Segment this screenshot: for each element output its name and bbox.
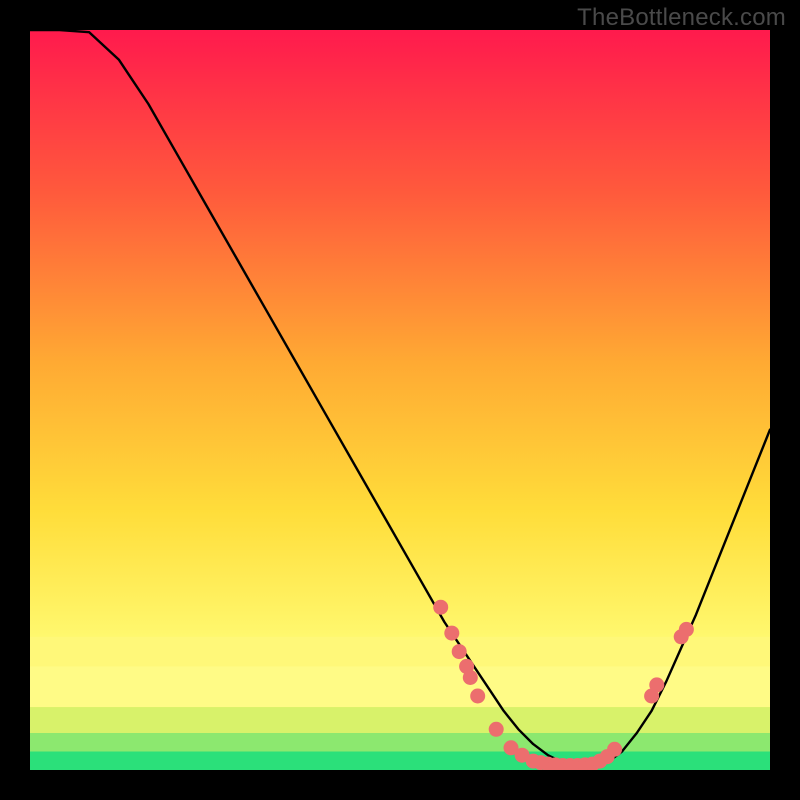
plot-area	[30, 30, 770, 770]
chart-stage: TheBottleneck.com	[0, 0, 800, 800]
chart-svg	[30, 30, 770, 770]
bands-layer	[30, 637, 770, 770]
watermark-text: TheBottleneck.com	[577, 4, 786, 32]
